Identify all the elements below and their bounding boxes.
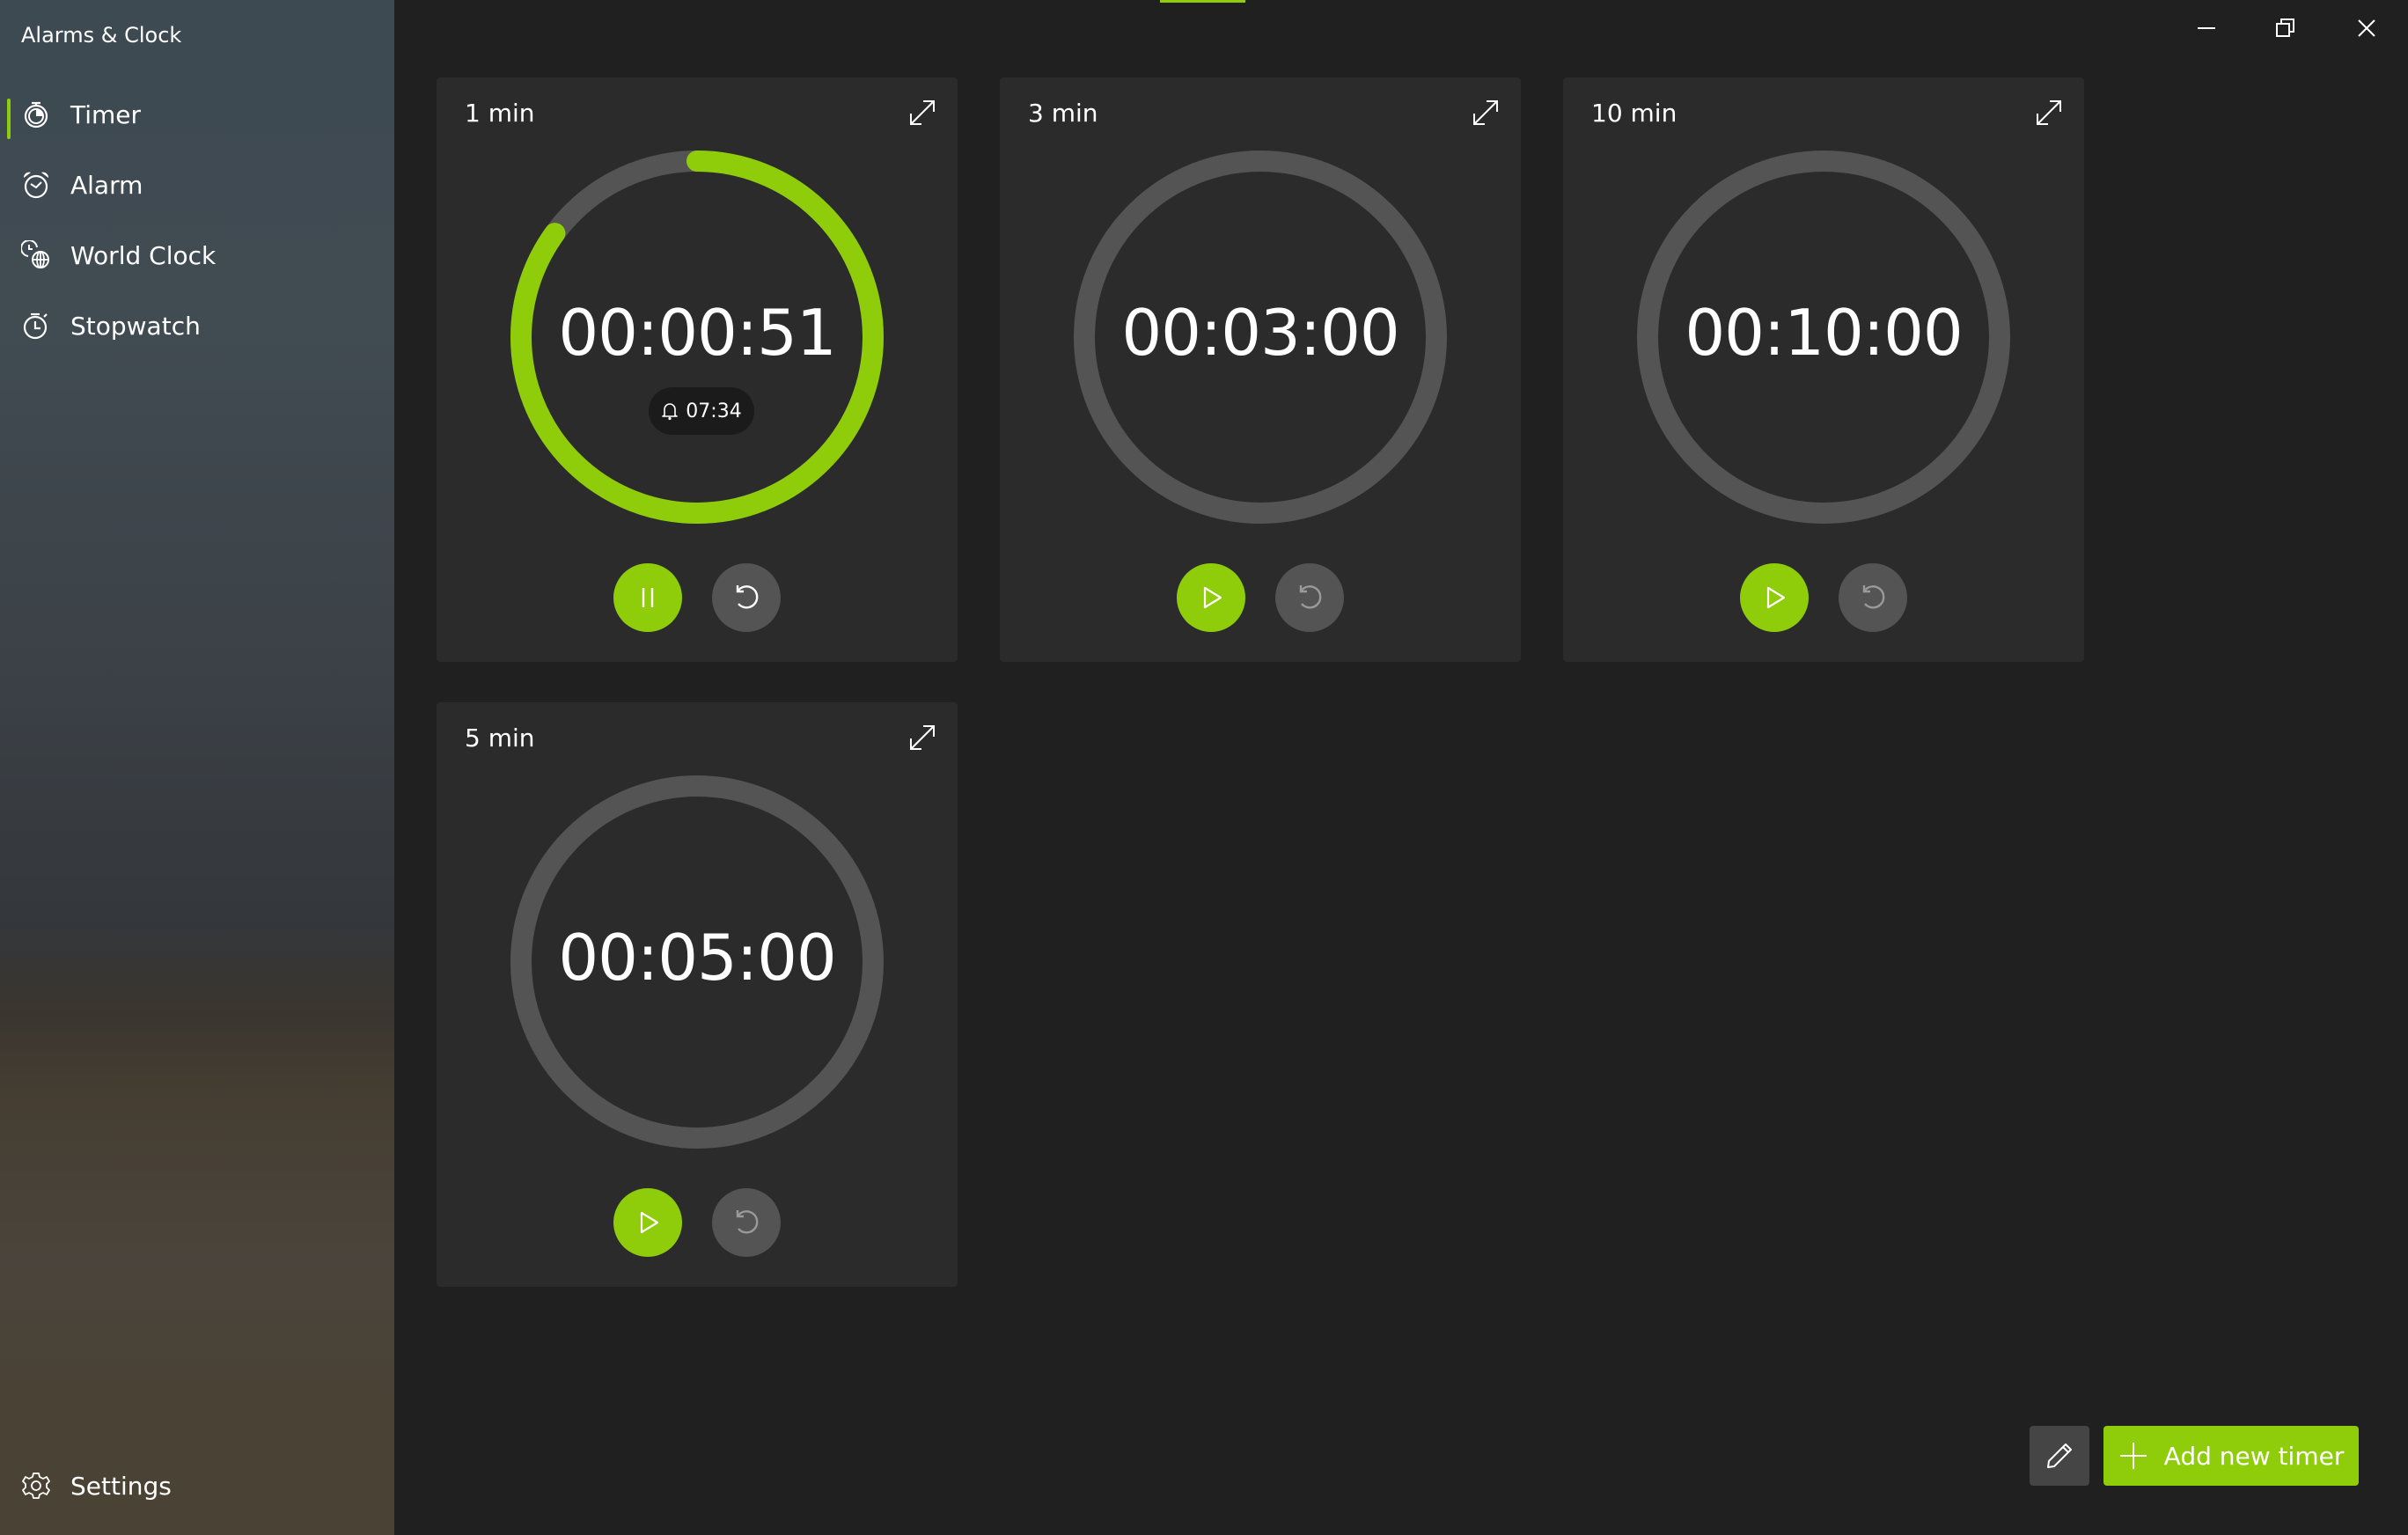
pause-icon [642,588,654,607]
app-title: Alarms & Clock [21,23,182,48]
expand-button[interactable] [1470,97,1501,129]
timer-card[interactable]: 5 min 00:05:00 [437,702,958,1287]
nav-item-label: Timer [70,99,142,129]
end-time-text: 07:34 [686,400,742,422]
reset-button[interactable] [1839,563,1907,632]
edit-timers-button[interactable] [2030,1426,2089,1486]
nav-item-label: Settings [70,1471,172,1501]
reset-button[interactable] [712,563,781,632]
nav-item-timer[interactable]: Timer [0,83,394,146]
timer-name: 1 min [465,99,535,128]
nav-item-label: Alarm [70,170,143,200]
title-bar-accent [1160,0,1245,3]
pause-button[interactable] [613,563,682,632]
close-button[interactable] [2327,0,2406,56]
nav-item-alarm[interactable]: Alarm [0,153,394,217]
timer-progress-ring [1074,151,1447,524]
expand-icon [910,725,935,750]
reset-icon [1862,585,1885,609]
timer-time-remaining: 00:00:51 [558,296,836,370]
reset-button[interactable] [712,1188,781,1257]
timer-time-remaining: 00:05:00 [558,921,836,995]
play-button[interactable] [1177,563,1245,632]
nav-item-label: Stopwatch [70,311,201,341]
plus-icon [2119,1443,2147,1469]
world-clock-icon [21,240,49,268]
play-button[interactable] [613,1188,682,1257]
close-icon [2358,19,2375,37]
timer-name: 3 min [1028,99,1098,128]
end-time-badge: 07:34 [649,387,754,435]
gear-icon [22,1473,50,1499]
bell-icon [662,403,679,421]
add-new-timer-label: Add new timer [2163,1441,2345,1471]
nav-item-world-clock[interactable]: World Clock [0,224,394,287]
expand-icon [910,100,935,125]
timer-name: 5 min [465,723,535,753]
restore-button[interactable] [2246,0,2325,56]
navigation-pane: Alarms & Clock Timer Alarm World Clock S… [0,0,394,1535]
timer-progress-ring [510,151,884,524]
reset-icon [736,1210,759,1234]
expand-button[interactable] [2033,97,2065,129]
expand-button[interactable] [907,722,938,753]
timer-icon [24,101,48,129]
alarm-clock-icon [23,172,49,199]
timer-time-remaining: 00:03:00 [1121,296,1399,370]
timer-time-remaining: 00:10:00 [1685,296,1963,370]
timer-card[interactable]: 3 min 00:03:00 [1000,77,1521,662]
timer-card[interactable]: 1 min 00:00:51 07:34 [437,77,958,662]
minimize-icon [2198,27,2215,29]
reset-button[interactable] [1275,563,1344,632]
reset-icon [736,585,759,609]
timer-progress-ring [510,775,884,1149]
play-icon [1203,586,1222,609]
nav-item-label: World Clock [70,240,217,270]
play-icon [1766,586,1786,609]
play-icon [640,1211,659,1234]
minimize-button[interactable] [2167,0,2246,56]
pencil-icon [2047,1443,2072,1468]
expand-icon [1473,100,1498,125]
timer-name: 10 min [1591,99,1678,128]
nav-item-settings[interactable]: Settings [0,1454,394,1517]
timer-progress-ring [1637,151,2010,524]
stopwatch-icon [23,312,48,340]
restore-icon [2276,18,2294,37]
play-button[interactable] [1740,563,1809,632]
reset-icon [1299,585,1322,609]
expand-icon [2037,100,2061,125]
timer-card[interactable]: 10 min 00:10:00 [1563,77,2084,662]
selection-indicator [7,99,11,139]
add-new-timer-button[interactable]: Add new timer [2103,1426,2359,1486]
expand-button[interactable] [907,97,938,129]
nav-item-stopwatch[interactable]: Stopwatch [0,294,394,357]
